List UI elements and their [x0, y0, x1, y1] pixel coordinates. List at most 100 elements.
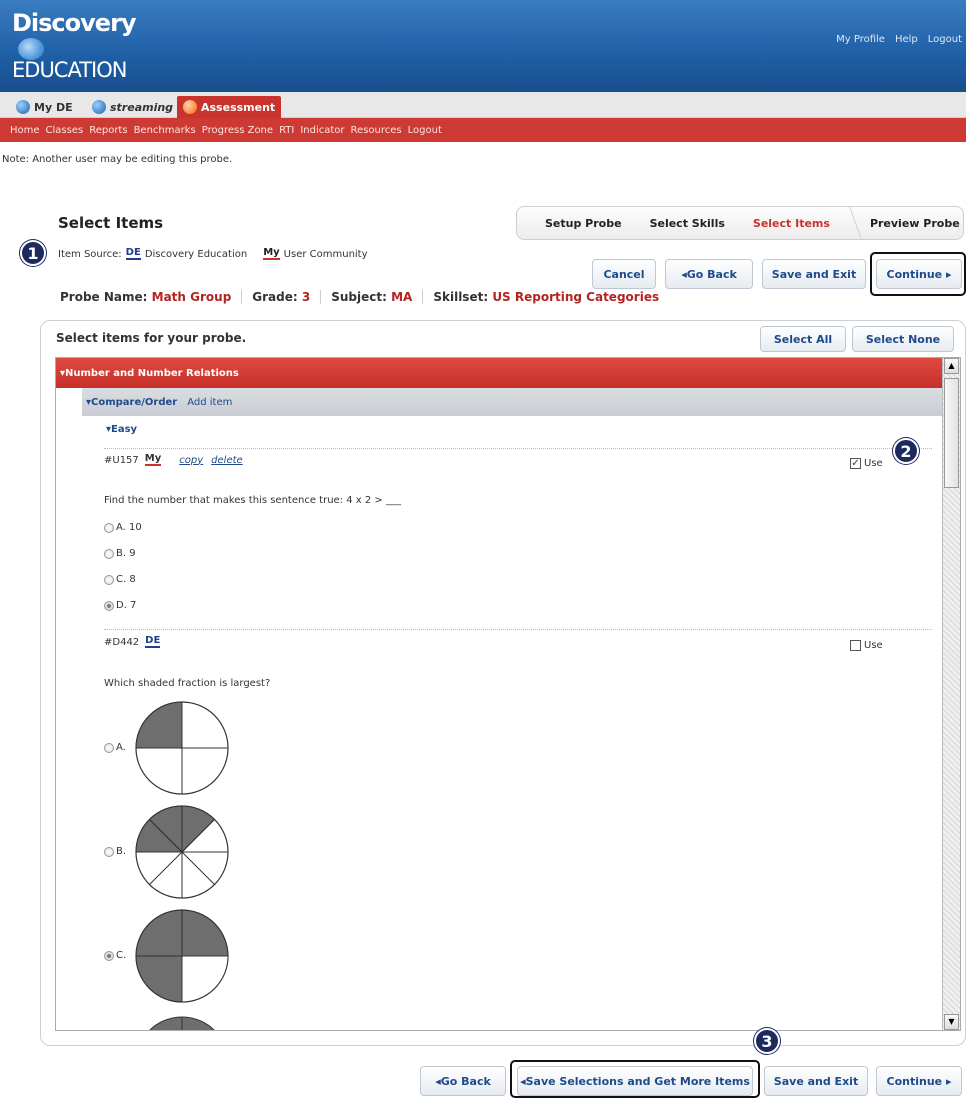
save-exit-button[interactable]: Save and Exit — [762, 259, 866, 289]
brand-logo-line1: Discovery — [12, 9, 137, 37]
subject-value: MA — [391, 290, 413, 304]
scrollbar-thumb[interactable] — [944, 378, 959, 488]
use-checkbox-checked[interactable]: ✓ — [850, 458, 861, 469]
item-id: #U157 — [104, 454, 139, 466]
subcategory-label[interactable]: ▾Compare/Order — [86, 397, 177, 408]
use-label: Use — [864, 458, 883, 469]
delete-link[interactable]: delete — [211, 455, 243, 466]
fraction-circle-b-icon — [135, 805, 229, 899]
question-text: Find the number that makes this sentence… — [104, 495, 401, 506]
assessment-icon — [183, 100, 197, 114]
probe-name: Probe Name: Math Group — [60, 290, 243, 304]
probe-info-bar: Probe Name: Math Group Grade: 3 Subject:… — [60, 290, 669, 304]
use-label: Use — [864, 640, 883, 651]
use-toggle[interactable]: ✓ Use — [850, 458, 883, 469]
streaming-icon — [92, 100, 106, 114]
tab-assessment[interactable]: Assessment — [177, 96, 282, 118]
de-badge-icon: DE — [145, 635, 161, 648]
question-text: Which shaded fraction is largest? — [104, 678, 271, 689]
nav-progress-zone[interactable]: Progress Zone — [202, 125, 273, 136]
add-item-link[interactable]: Add item — [187, 397, 232, 408]
select-all-button[interactable]: Select All — [760, 326, 846, 352]
item-source-legend: Item Source: DE Discovery Education My U… — [58, 248, 368, 260]
answer-option[interactable]: B. — [104, 846, 126, 857]
my-badge-icon: My — [263, 247, 280, 260]
answer-option[interactable]: A. — [104, 742, 126, 753]
wizard-steps: Setup Probe Select Skills Select Items P… — [516, 206, 964, 240]
item-header: #U157 My copy delete — [104, 454, 243, 466]
radio-icon[interactable] — [104, 742, 114, 753]
callout-badge-1: 1 — [20, 240, 46, 266]
site-header: Discovery EDUCATION My Profile Help Logo… — [0, 0, 966, 92]
bottom-save-exit-button[interactable]: Save and Exit — [764, 1066, 868, 1096]
use-checkbox-unchecked[interactable] — [850, 640, 861, 651]
answer-option[interactable]: C. 8 — [104, 574, 136, 585]
go-back-button[interactable]: ◂Go Back — [665, 259, 753, 289]
nav-benchmarks[interactable]: Benchmarks — [134, 125, 196, 136]
radio-icon[interactable] — [104, 522, 114, 533]
option-label: D. 7 — [116, 600, 137, 611]
answer-option[interactable]: B. 9 — [104, 548, 136, 559]
radio-selected-icon[interactable] — [104, 600, 114, 611]
copy-link[interactable]: copy — [179, 455, 203, 466]
bottom-continue-button[interactable]: Continue ▸ — [876, 1066, 962, 1096]
nav-logout[interactable]: Logout — [408, 125, 442, 136]
probe-name-value: Math Group — [151, 290, 232, 304]
cancel-button[interactable]: Cancel — [592, 259, 656, 289]
brand-logo-line2: EDUCATION — [12, 58, 127, 82]
nav-resources[interactable]: Resources — [351, 125, 402, 136]
nav-classes[interactable]: Classes — [46, 125, 84, 136]
nav-indicator[interactable]: Indicator — [300, 125, 344, 136]
answer-option[interactable]: D. 7 — [104, 600, 136, 611]
difficulty-easy[interactable]: ▾Easy — [106, 424, 137, 435]
probe-skillset: Skillset: US Reporting Categories — [423, 290, 669, 304]
tab-streaming[interactable]: streaming — [86, 96, 179, 118]
step-select-skills[interactable]: Select Skills — [622, 217, 725, 230]
grade-label: Grade: — [252, 290, 298, 304]
scroll-up-arrow-icon[interactable]: ▲ — [944, 358, 959, 374]
use-toggle[interactable]: Use — [850, 640, 883, 651]
tab-my-de[interactable]: My DE — [10, 96, 79, 118]
step-select-items[interactable]: Select Items — [725, 217, 830, 230]
product-tabs: My DE streaming Assessment — [0, 92, 966, 118]
item-source-label: Item Source: — [58, 248, 122, 260]
items-scrollbar[interactable]: ▲ ▼ — [942, 358, 960, 1030]
my-profile-link[interactable]: My Profile — [834, 33, 887, 46]
save-selections-highlight-box — [510, 1060, 760, 1098]
step-preview-probe[interactable]: Preview Probe — [856, 217, 960, 230]
tab-label: streaming — [110, 100, 174, 114]
item-id: #D442 — [104, 636, 140, 648]
radio-icon[interactable] — [104, 846, 114, 857]
answer-option[interactable]: A. 10 — [104, 522, 142, 533]
logout-link[interactable]: Logout — [926, 33, 964, 46]
help-link[interactable]: Help — [893, 33, 920, 46]
probe-subject: Subject: MA — [321, 290, 424, 304]
radio-selected-icon[interactable] — [104, 950, 114, 961]
subcategory-header: ▾Compare/Order Add item — [82, 388, 942, 416]
items-list[interactable]: ▾Number and Number Relations ▾Compare/Or… — [55, 357, 961, 1031]
answer-option[interactable]: C. — [104, 950, 126, 961]
radio-icon[interactable] — [104, 574, 114, 585]
nav-rti[interactable]: RTI — [279, 125, 294, 136]
page-title: Select Items — [58, 214, 164, 232]
select-none-button[interactable]: Select None — [852, 326, 954, 352]
option-label: C. — [116, 950, 127, 961]
option-label: C. 8 — [116, 574, 136, 585]
step-setup-probe[interactable]: Setup Probe — [517, 217, 622, 230]
de-badge-icon: DE — [125, 247, 141, 260]
main-nav: Home Classes Reports Benchmarks Progress… — [0, 118, 966, 142]
radio-icon[interactable] — [104, 548, 114, 559]
tab-label: Assessment — [201, 100, 276, 114]
tab-label: My DE — [34, 100, 73, 114]
nav-reports[interactable]: Reports — [89, 125, 127, 136]
de-source-label: Discovery Education — [144, 248, 248, 260]
scroll-down-arrow-icon[interactable]: ▼ — [944, 1014, 959, 1030]
grade-value: 3 — [301, 290, 311, 304]
category-header[interactable]: ▾Number and Number Relations — [56, 358, 942, 388]
nav-home[interactable]: Home — [10, 125, 40, 136]
skillset-value: US Reporting Categories — [492, 290, 660, 304]
my-badge-icon: My — [144, 453, 162, 466]
skillset-label: Skillset: — [433, 290, 489, 304]
fraction-circle-a-icon — [135, 701, 229, 795]
bottom-go-back-button[interactable]: ◂Go Back — [420, 1066, 506, 1096]
